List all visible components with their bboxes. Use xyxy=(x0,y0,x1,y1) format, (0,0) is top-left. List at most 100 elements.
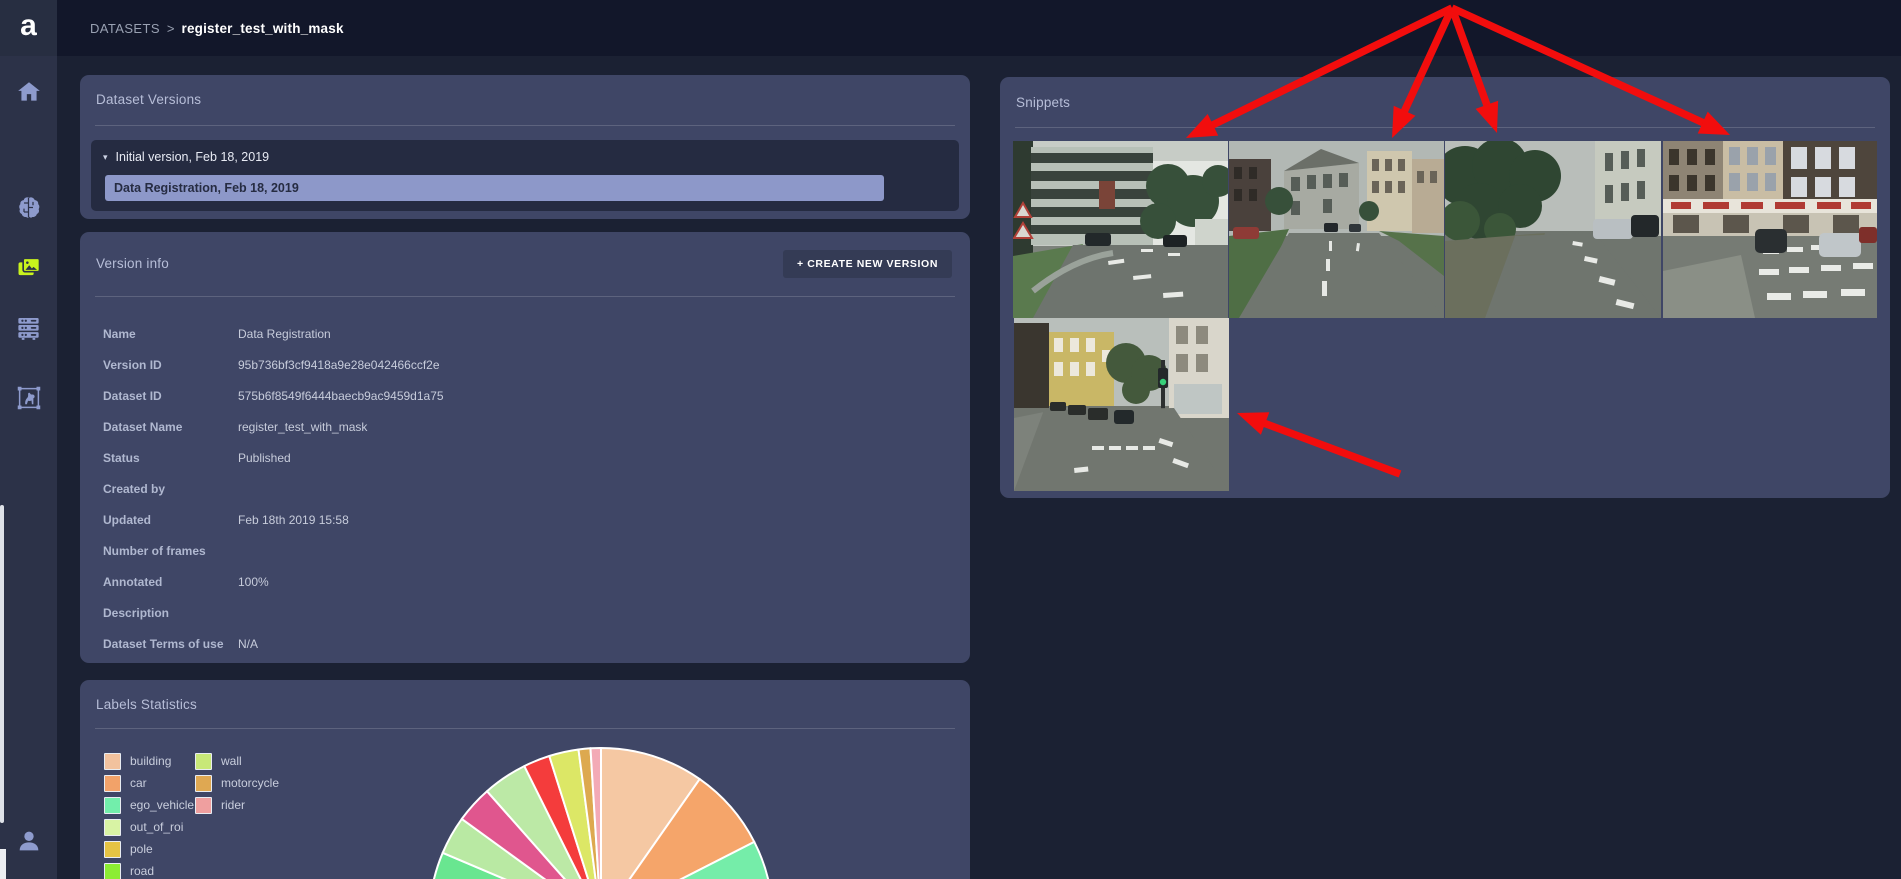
legend-label: pole xyxy=(130,842,153,856)
version-info-row: NameData Registration xyxy=(103,318,950,349)
version-info-row: Created by xyxy=(103,473,950,504)
legend-item-rider: rider xyxy=(195,797,245,813)
street-scene-4 xyxy=(1663,141,1877,318)
legend-label: building xyxy=(130,754,171,768)
snippets-title: Snippets xyxy=(1016,95,1070,110)
legend-swatch xyxy=(104,841,121,858)
snippet-thumbnail-2[interactable] xyxy=(1229,141,1444,318)
sidebar-item-annotation[interactable] xyxy=(0,378,57,418)
version-info-row: UpdatedFeb 18th 2019 15:58 xyxy=(103,504,950,535)
info-row-value: 100% xyxy=(238,575,269,589)
info-row-label: Dataset ID xyxy=(103,389,238,403)
labels-pie-chart[interactable] xyxy=(425,744,777,879)
info-row-label: Name xyxy=(103,327,238,341)
legend-swatch xyxy=(195,775,212,792)
sidebar-item-datasets[interactable] xyxy=(0,247,57,287)
divider xyxy=(95,125,955,126)
legend-swatch xyxy=(104,797,121,814)
legend-item-wall: wall xyxy=(195,753,242,769)
legend-label: motorcycle xyxy=(221,776,279,790)
info-row-label: Number of frames xyxy=(103,544,238,558)
sidebar-item-home[interactable] xyxy=(0,72,57,112)
sidebar-item-models[interactable] xyxy=(0,187,57,227)
legend-item-car: car xyxy=(104,775,147,791)
labels-statistics-title: Labels Statistics xyxy=(96,697,197,712)
info-row-value: N/A xyxy=(238,637,258,651)
divider xyxy=(95,296,955,297)
app-root: a DATASETS > register_test_with_mask xyxy=(0,0,1901,879)
version-info-row: Dataset ID575b6f8549f6444baecb9ac9459d1a… xyxy=(103,380,950,411)
legend-item-building: building xyxy=(104,753,171,769)
breadcrumb: DATASETS > register_test_with_mask xyxy=(90,0,344,56)
street-scene-3 xyxy=(1445,141,1661,318)
legend-item-motorcycle: motorcycle xyxy=(195,775,279,791)
legend-swatch xyxy=(104,819,121,836)
legend-label: ego_vehicle xyxy=(130,798,194,812)
info-row-value: 95b736bf3cf9418a9e28e042466ccf2e xyxy=(238,358,440,372)
breadcrumb-separator: > xyxy=(167,21,175,36)
version-info-rows: NameData RegistrationVersion ID95b736bf3… xyxy=(103,318,950,659)
breadcrumb-datasets-link[interactable]: DATASETS xyxy=(90,21,160,36)
legend-item-road: road xyxy=(104,863,154,879)
version-info-title: Version info xyxy=(96,256,169,271)
version-tree-selected-label: Data Registration, Feb 18, 2019 xyxy=(105,181,299,195)
app-logo[interactable]: a xyxy=(0,0,57,56)
version-info-panel: Version info + CREATE NEW VERSION NameDa… xyxy=(80,232,970,663)
breadcrumb-current-dataset: register_test_with_mask xyxy=(182,21,344,36)
legend-label: rider xyxy=(221,798,245,812)
legend-label: road xyxy=(130,864,154,878)
legend-swatch xyxy=(195,797,212,814)
info-row-label: Status xyxy=(103,451,238,465)
images-icon xyxy=(15,253,43,281)
left-scrollbar-end xyxy=(0,849,6,879)
snippet-thumbnail-5[interactable] xyxy=(1014,318,1229,491)
version-tree-root[interactable]: ▾ Initial version, Feb 18, 2019 xyxy=(103,147,269,167)
legend-item-out_of_roi: out_of_roi xyxy=(104,819,183,835)
legend-item-ego_vehicle: ego_vehicle xyxy=(104,797,194,813)
legend-label: wall xyxy=(221,754,242,768)
server-icon xyxy=(15,314,42,341)
version-tree: ▾ Initial version, Feb 18, 2019 Data Reg… xyxy=(91,140,959,211)
street-scene-5 xyxy=(1014,318,1229,491)
street-scene-1 xyxy=(1013,141,1228,318)
left-scrollbar-thumb[interactable] xyxy=(0,505,4,823)
info-row-label: Dataset Name xyxy=(103,420,238,434)
caret-down-icon: ▾ xyxy=(103,152,108,163)
info-row-value: register_test_with_mask xyxy=(238,420,367,434)
legend-label: car xyxy=(130,776,147,790)
version-tree-root-label: Initial version, Feb 18, 2019 xyxy=(116,150,270,164)
info-row-label: Dataset Terms of use xyxy=(103,637,238,651)
version-info-row: Version ID95b736bf3cf9418a9e28e042466ccf… xyxy=(103,349,950,380)
version-tree-selected-item[interactable]: Data Registration, Feb 18, 2019 xyxy=(105,175,884,201)
home-icon xyxy=(16,79,42,105)
legend-swatch xyxy=(104,863,121,879)
version-info-row: Annotated100% xyxy=(103,566,950,597)
info-row-label: Updated xyxy=(103,513,238,527)
legend-label: out_of_roi xyxy=(130,820,183,834)
version-info-row: Dataset Terms of useN/A xyxy=(103,628,950,659)
info-row-label: Description xyxy=(103,606,238,620)
version-info-row: StatusPublished xyxy=(103,442,950,473)
dataset-versions-title: Dataset Versions xyxy=(96,92,201,107)
divider xyxy=(95,728,955,729)
info-row-label: Created by xyxy=(103,482,238,496)
dataset-versions-panel: Dataset Versions ▾ Initial version, Feb … xyxy=(80,75,970,219)
sidebar-item-servers[interactable] xyxy=(0,307,57,347)
street-scene-2 xyxy=(1229,141,1444,318)
divider xyxy=(1015,127,1875,128)
version-info-row: Description xyxy=(103,597,950,628)
legend-item-pole: pole xyxy=(104,841,153,857)
snippet-thumbnail-3[interactable] xyxy=(1445,141,1661,318)
create-new-version-button[interactable]: + CREATE NEW VERSION xyxy=(783,250,952,278)
info-row-value: Feb 18th 2019 15:58 xyxy=(238,513,349,527)
info-row-value: Published xyxy=(238,451,291,465)
snippet-thumbnail-4[interactable] xyxy=(1663,141,1877,318)
annotation-box-dog-icon xyxy=(14,383,44,413)
snippets-panel: Snippets xyxy=(1000,77,1890,498)
snippet-thumbnail-1[interactable] xyxy=(1013,141,1228,318)
info-row-value: 575b6f8549f6444baecb9ac9459d1a75 xyxy=(238,389,444,403)
labels-statistics-panel: Labels Statistics building car ego_vehicle… xyxy=(80,680,970,879)
user-icon xyxy=(15,827,43,855)
version-info-row: Number of frames xyxy=(103,535,950,566)
sidebar-item-user[interactable] xyxy=(0,821,57,861)
